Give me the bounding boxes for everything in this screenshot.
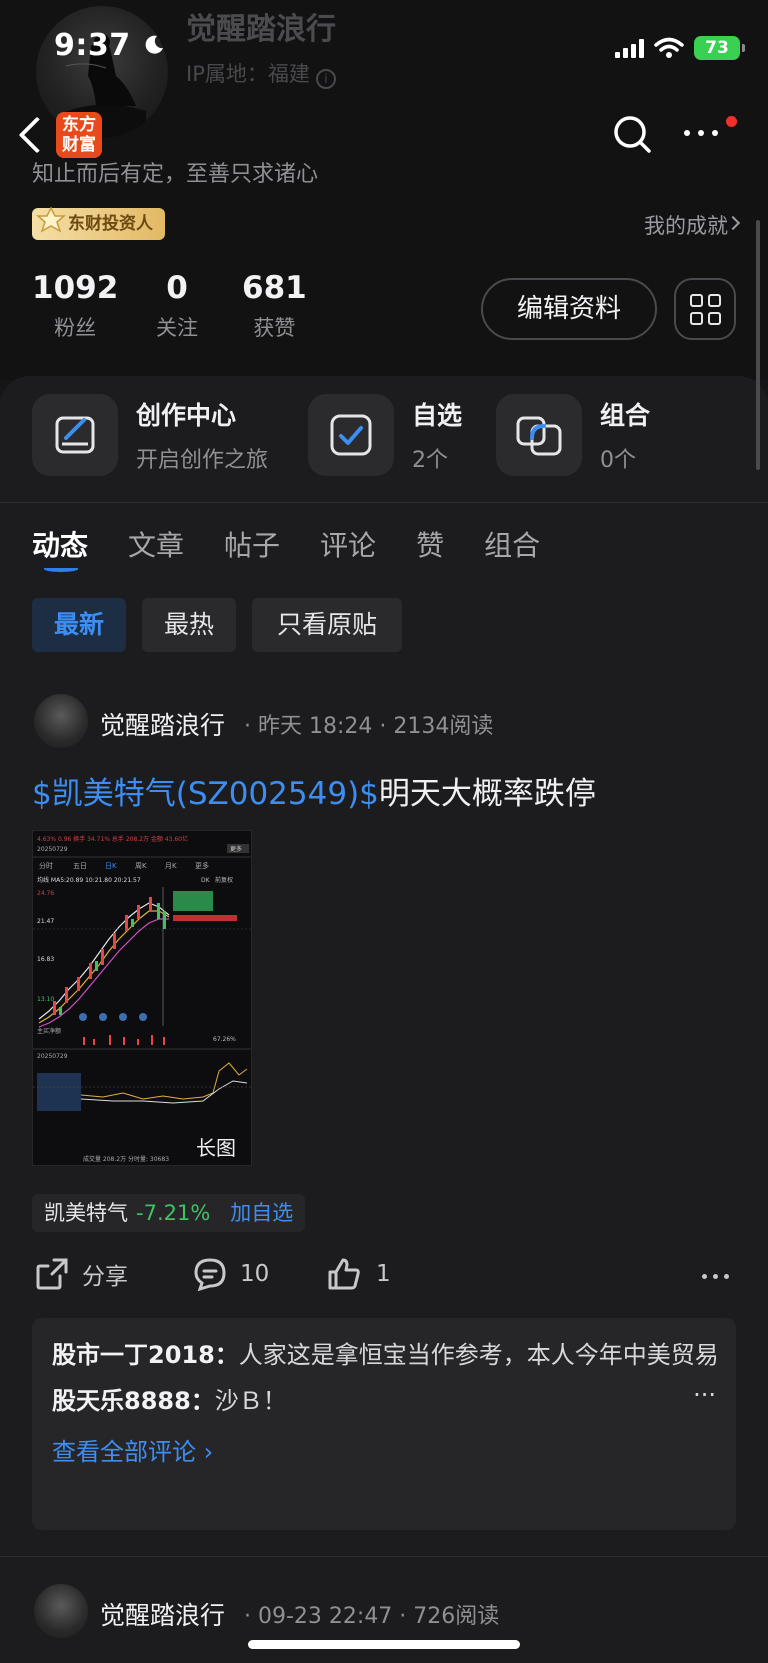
tab-dynamics[interactable]: 动态	[32, 524, 88, 564]
comment-ellipsis: ...	[693, 1374, 716, 1402]
content-tabs: 动态 文章 帖子 评论 赞 组合	[32, 524, 580, 564]
grid-menu-button[interactable]	[674, 278, 736, 340]
tab-comments[interactable]: 评论	[320, 524, 376, 564]
svg-text:前复权: 前复权	[215, 876, 233, 884]
wifi-icon	[654, 37, 684, 58]
filter-hot[interactable]: 最热	[142, 598, 236, 652]
svg-text:五日: 五日	[73, 862, 87, 870]
quick-watchlist[interactable]: 自选 2个	[308, 394, 462, 476]
info-icon[interactable]: i	[315, 69, 336, 89]
filter-latest[interactable]: 最新	[32, 598, 126, 652]
divider	[0, 1556, 768, 1557]
tab-articles[interactable]: 文章	[128, 524, 184, 564]
active-tab-indicator	[44, 566, 78, 572]
quick-portfolio[interactable]: 组合 0个	[496, 394, 650, 476]
svg-text:更多: 更多	[230, 845, 242, 853]
comment-item: 股市一丁2018：人家这是拿恒宝当作参考，本人今年中美贸易战时潜伏了恒宝股份，7…	[52, 1341, 716, 1369]
like-button[interactable]: 1	[326, 1256, 391, 1292]
quick-creation-center[interactable]: 创作中心 开启创作之旅	[32, 394, 268, 476]
medal-icon	[35, 206, 67, 233]
thumbs-up-icon	[328, 1258, 360, 1290]
comment-preview-box[interactable]: 股市一丁2018：人家这是拿恒宝当作参考，本人今年中美贸易战时潜伏了恒宝股份，7…	[32, 1318, 736, 1530]
post-meta: · 09-23 22:47 · 726阅读	[244, 1604, 500, 1629]
tab-portfolio[interactable]: 组合	[484, 524, 540, 564]
achievement-link[interactable]: 我的成就	[644, 210, 728, 240]
stat-following[interactable]: 0 关注	[156, 270, 198, 342]
post-author-avatar[interactable]	[34, 1584, 88, 1638]
stock-chart-image: 4.63% 0.96 换手 34.71% 总手 208.2万 金额 43.60亿…	[33, 835, 251, 1163]
post-title[interactable]: $凯美特气(SZ002549)$明天大概率跌停	[32, 768, 596, 813]
more-menu-icon[interactable]	[684, 130, 724, 140]
edit-profile-button[interactable]: 编辑资料	[481, 278, 657, 340]
svg-text:13.10: 13.10	[37, 996, 54, 1003]
svg-text:主买净额: 主买净额	[37, 1027, 61, 1035]
stat-likes[interactable]: 681 获赞	[242, 270, 307, 342]
comment-icon	[194, 1258, 226, 1292]
comment-item: 股天乐8888：沙Ｂ！	[52, 1387, 287, 1415]
tab-likes[interactable]: 赞	[416, 524, 444, 564]
svg-text:20250729: 20250729	[37, 1053, 68, 1060]
filter-original-only[interactable]: 只看原贴	[252, 598, 402, 652]
search-icon[interactable]	[612, 114, 652, 154]
checkbox-icon	[308, 394, 394, 476]
view-all-comments-link[interactable]: 查看全部评论 ›	[52, 1432, 716, 1467]
svg-text:16.83: 16.83	[37, 956, 54, 963]
status-icons: 73	[615, 32, 745, 64]
stock-chip[interactable]: 凯美特气 -7.21% 加自选	[32, 1194, 306, 1232]
svg-text:24.76: 24.76	[37, 890, 54, 897]
post-image-thumbnail[interactable]: 4.63% 0.96 换手 34.71% 总手 208.2万 金额 43.60亿…	[32, 830, 252, 1166]
svg-text:DK: DK	[201, 877, 211, 884]
svg-text:更多: 更多	[195, 861, 209, 870]
post-author-name[interactable]: 觉醒踏浪行	[100, 1596, 225, 1632]
svg-text:日K: 日K	[105, 862, 117, 870]
stock-link[interactable]: $凯美特气(SZ002549)$	[32, 776, 379, 812]
scrollbar[interactable]	[756, 220, 760, 470]
profile-bio: 知止而后有定，至善只求诸心	[32, 162, 319, 187]
ip-location: IP属地：福建 i	[186, 58, 336, 89]
share-button[interactable]: 分享	[34, 1256, 128, 1292]
brand-logo: 东方财富	[56, 112, 102, 158]
pen-icon	[32, 394, 118, 476]
post-meta: · 昨天 18:24 · 2134阅读	[244, 714, 494, 739]
svg-text:月K: 月K	[165, 862, 177, 870]
svg-text:周K: 周K	[135, 862, 147, 870]
post-more-icon[interactable]	[702, 1274, 729, 1279]
profile-name: 觉醒踏浪行	[186, 12, 336, 47]
svg-text:67.26%: 67.26%	[213, 1036, 236, 1043]
svg-text:4.63% 0.96 换手 34.71% 总手 20: 4.63% 0.96 换手 34.71% 总手 208.2万 金额 43.60亿	[37, 835, 188, 843]
combine-icon	[496, 394, 582, 476]
investor-badge[interactable]: 东财投资人	[32, 206, 165, 240]
stat-fans[interactable]: 1092 粉丝	[32, 270, 118, 342]
post-author-name[interactable]: 觉醒踏浪行	[100, 706, 225, 742]
share-icon	[36, 1258, 68, 1290]
grid-icon	[690, 294, 703, 307]
svg-text:分时: 分时	[39, 861, 53, 870]
svg-text:成交量 208.2万 分时量: 30683: 成交量 208.2万 分时量: 30683	[83, 1155, 169, 1163]
tab-posts[interactable]: 帖子	[224, 524, 280, 564]
notification-dot	[726, 116, 737, 127]
post-author-avatar[interactable]	[34, 694, 88, 748]
home-indicator[interactable]	[248, 1640, 520, 1649]
signal-icon	[615, 38, 644, 58]
divider	[0, 502, 768, 503]
add-watchlist-link[interactable]: 加自选	[230, 1201, 293, 1225]
moon-icon	[145, 35, 163, 54]
battery-indicator: 73	[694, 36, 745, 60]
comment-button[interactable]: 10	[192, 1256, 269, 1292]
svg-text:均线 MA5:20.89 10:21.80 20:21: 均线 MA5:20.89 10:21.80 20:21.57	[37, 876, 141, 884]
svg-text:21.47: 21.47	[37, 918, 54, 925]
svg-text:20250729: 20250729	[37, 846, 68, 853]
status-time: 9:37	[54, 28, 166, 63]
long-image-tag: 长图	[196, 1136, 236, 1160]
